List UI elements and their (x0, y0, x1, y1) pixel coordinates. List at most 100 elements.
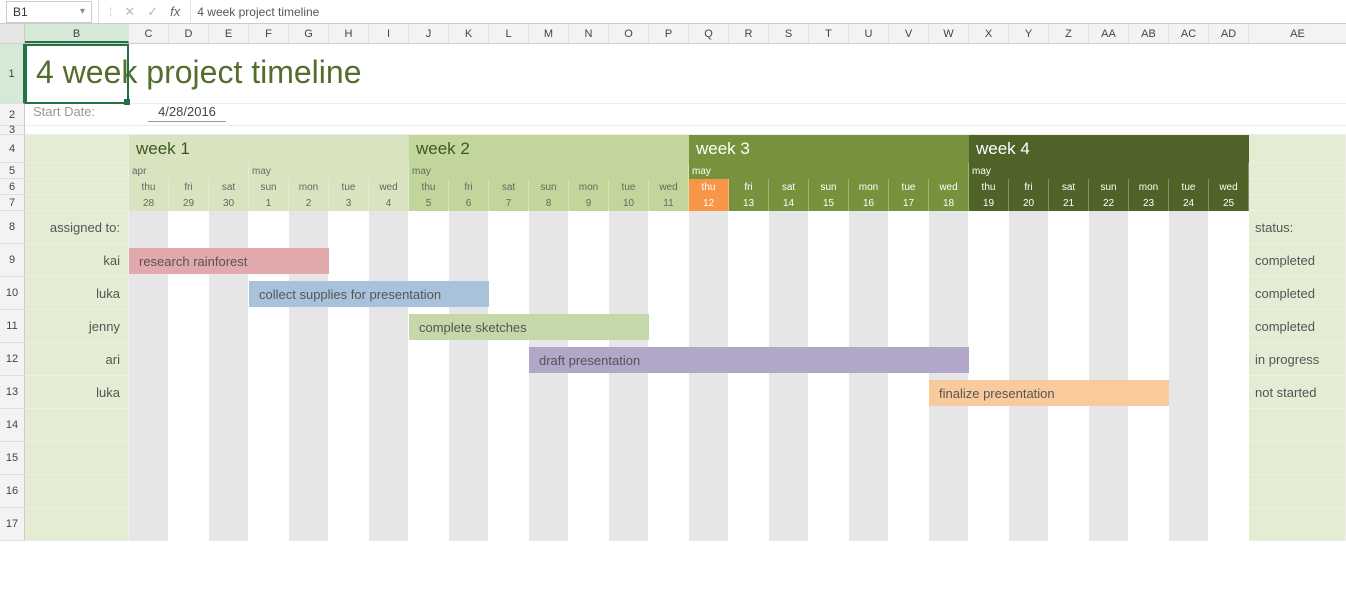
chevron-down-icon[interactable]: ▾ (80, 6, 85, 17)
day-cell[interactable] (1089, 442, 1129, 475)
date-header[interactable]: 2 (289, 195, 329, 211)
day-cell[interactable] (889, 277, 929, 310)
day-cell[interactable] (729, 475, 769, 508)
day-cell[interactable] (649, 475, 689, 508)
day-cell[interactable] (169, 343, 209, 376)
dow-header[interactable]: tue (329, 179, 369, 195)
dow-header[interactable]: wed (649, 179, 689, 195)
day-cell[interactable] (609, 376, 649, 409)
day-cell[interactable] (289, 409, 329, 442)
day-cell[interactable] (609, 409, 649, 442)
week4-header[interactable]: week 4 (969, 135, 1249, 163)
dow-header[interactable]: fri (1009, 179, 1049, 195)
day-cell[interactable] (689, 277, 729, 310)
date-header[interactable]: 28 (129, 195, 169, 211)
cell-B17[interactable] (25, 508, 129, 541)
day-cell[interactable] (929, 310, 969, 343)
day-cell[interactable] (769, 310, 809, 343)
row-header-3[interactable]: 3 (0, 126, 25, 135)
day-cell[interactable] (929, 475, 969, 508)
day-cell[interactable] (409, 409, 449, 442)
col-header-N[interactable]: N (569, 24, 609, 43)
day-cell[interactable] (329, 244, 369, 277)
day-cell[interactable] (969, 343, 1009, 376)
day-cell[interactable] (689, 376, 729, 409)
col-header-AE[interactable]: AE (1249, 24, 1346, 43)
row-2[interactable]: 2 Start Date: 4/28/2016 (0, 104, 1346, 126)
day-cell[interactable] (1209, 244, 1249, 277)
day-cell[interactable] (169, 211, 209, 244)
col-header-T[interactable]: T (809, 24, 849, 43)
date-header[interactable]: 15 (809, 195, 849, 211)
date-header[interactable]: 5 (409, 195, 449, 211)
dow-header[interactable]: thu (129, 179, 169, 195)
day-cell[interactable] (329, 475, 369, 508)
row-4[interactable]: 4 week 1 week 2 week 3 week 4 (0, 135, 1346, 163)
day-cell[interactable] (129, 277, 169, 310)
day-cell[interactable] (1129, 277, 1169, 310)
day-cell[interactable] (729, 244, 769, 277)
day-cell[interactable] (169, 376, 209, 409)
day-cell[interactable] (489, 475, 529, 508)
cell-AE6[interactable] (1249, 179, 1346, 195)
day-cell[interactable] (289, 211, 329, 244)
row-17[interactable]: 17 (0, 508, 1346, 541)
status-cell[interactable]: not started (1249, 376, 1346, 409)
day-cell[interactable] (569, 277, 609, 310)
day-cell[interactable] (729, 409, 769, 442)
dow-header[interactable]: sat (209, 179, 249, 195)
day-cell[interactable] (1089, 475, 1129, 508)
status-cell[interactable]: completed (1249, 277, 1346, 310)
gantt-bar[interactable]: research rainforest (129, 248, 329, 274)
day-cell[interactable] (1209, 277, 1249, 310)
cell-B5[interactable] (25, 163, 129, 179)
day-cell[interactable] (769, 475, 809, 508)
day-cell[interactable] (409, 211, 449, 244)
day-cell[interactable] (969, 277, 1009, 310)
row-header-9[interactable]: 9 (0, 244, 25, 277)
day-cell[interactable] (329, 211, 369, 244)
row-16[interactable]: 16 (0, 475, 1346, 508)
week3-header[interactable]: week 3 (689, 135, 969, 163)
day-cell[interactable] (209, 475, 249, 508)
day-cell[interactable] (729, 310, 769, 343)
day-cell[interactable] (529, 376, 569, 409)
day-cell[interactable] (929, 409, 969, 442)
day-cell[interactable] (809, 475, 849, 508)
day-cell[interactable] (129, 310, 169, 343)
day-cell[interactable] (849, 442, 889, 475)
day-cell[interactable] (689, 442, 729, 475)
day-cell[interactable] (1169, 277, 1209, 310)
col-header-L[interactable]: L (489, 24, 529, 43)
gantt-bar[interactable]: draft presentation (529, 347, 969, 373)
day-cell[interactable] (129, 442, 169, 475)
row-10[interactable]: 10 luka collect supplies for presentatio… (0, 277, 1346, 310)
col-header-X[interactable]: X (969, 24, 1009, 43)
day-cell[interactable] (569, 409, 609, 442)
day-cell[interactable] (809, 277, 849, 310)
col-header-J[interactable]: J (409, 24, 449, 43)
day-cell[interactable] (489, 442, 529, 475)
day-cell[interactable] (1209, 475, 1249, 508)
day-cell[interactable] (889, 244, 929, 277)
status-cell[interactable]: completed (1249, 244, 1346, 277)
col-header-AA[interactable]: AA (1089, 24, 1129, 43)
row-header-4[interactable]: 4 (0, 135, 25, 163)
dow-header[interactable]: sat (489, 179, 529, 195)
row-header-10[interactable]: 10 (0, 277, 25, 310)
date-header[interactable]: 17 (889, 195, 929, 211)
day-cell[interactable] (1049, 277, 1089, 310)
day-cell[interactable] (769, 211, 809, 244)
day-cell[interactable] (849, 277, 889, 310)
day-cell[interactable] (329, 409, 369, 442)
day-cell[interactable] (1089, 211, 1129, 244)
day-cell[interactable] (209, 508, 249, 541)
date-header[interactable]: 21 (1049, 195, 1089, 211)
day-cell[interactable] (769, 244, 809, 277)
day-cell[interactable] (249, 409, 289, 442)
cell-B4[interactable] (25, 135, 129, 163)
cell-AE16[interactable] (1249, 475, 1346, 508)
day-cell[interactable] (689, 475, 729, 508)
col-header-W[interactable]: W (929, 24, 969, 43)
week1-header[interactable]: week 1 (129, 135, 409, 163)
